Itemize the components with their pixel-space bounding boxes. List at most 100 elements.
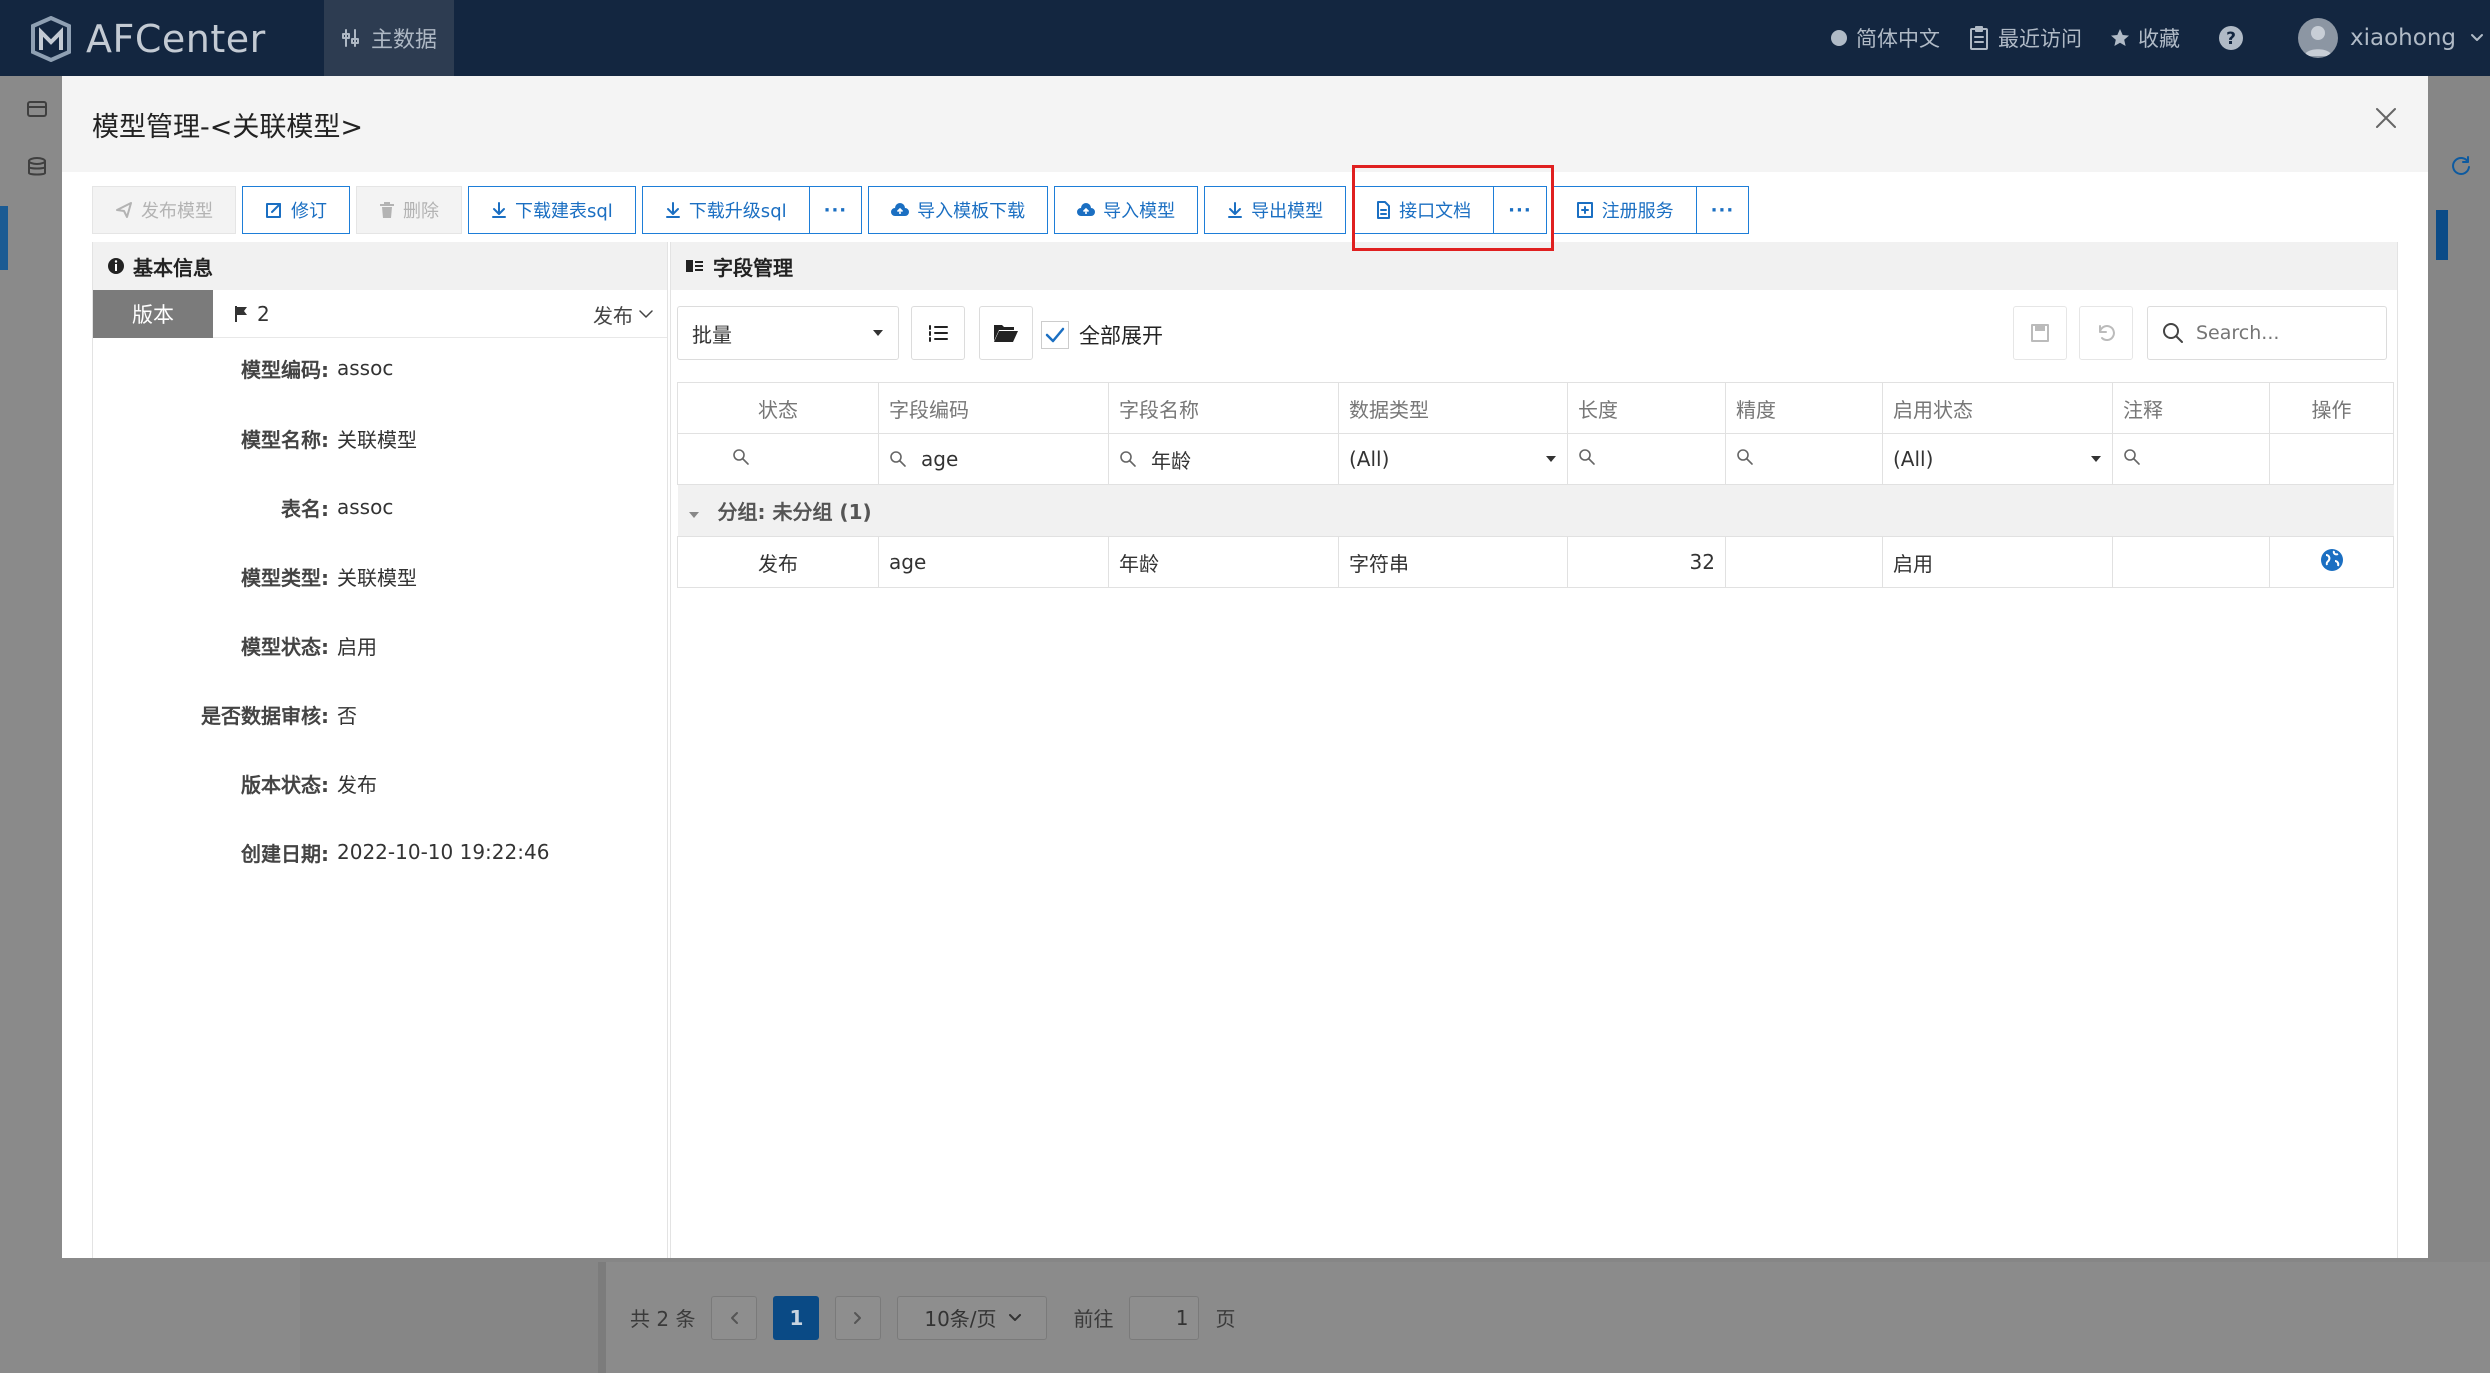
info-value: 2022-10-10 19:22:46 xyxy=(337,840,550,864)
version-row: 版本 2 发布 xyxy=(93,289,667,338)
close-icon[interactable] xyxy=(2374,106,2398,130)
column-header-type[interactable]: 数据类型 xyxy=(1338,382,1568,434)
filter-enabled-value: (All) xyxy=(1893,447,1934,471)
nav-item-master-data[interactable]: 主数据 xyxy=(324,0,454,76)
svg-text:?: ? xyxy=(2226,29,2236,49)
top-navigation-bar: AFCenter 主数据 简体中文 最近访问 收藏 ? xiaohong xyxy=(0,0,2490,76)
caret-down-icon xyxy=(2090,455,2102,463)
username: xiaohong xyxy=(2350,25,2456,51)
pager-size-select[interactable]: 10条/页 xyxy=(897,1295,1048,1340)
dialog-header: 模型管理-<关联模型> xyxy=(62,76,2428,172)
batch-select-label: 批量 xyxy=(692,322,732,347)
caret-down-icon xyxy=(1545,455,1557,463)
cell-comment xyxy=(2112,536,2270,588)
version-number-label: 2 xyxy=(257,301,270,326)
info-label: 模型编码: xyxy=(241,357,329,382)
filter-name[interactable]: 年龄 xyxy=(1108,433,1339,485)
collapse-caret-icon[interactable] xyxy=(688,511,700,519)
export-model-label: 导出模型 xyxy=(1251,201,1324,222)
revise-label: 修订 xyxy=(291,201,327,222)
filter-length[interactable] xyxy=(1567,433,1726,485)
globe-icon[interactable] xyxy=(2320,548,2344,572)
recent-visits[interactable]: 最近访问 xyxy=(1968,0,2082,76)
favorites[interactable]: 收藏 xyxy=(2110,0,2180,76)
delete-button[interactable]: 删除 xyxy=(356,186,462,234)
brand-name: AFCenter xyxy=(86,17,266,61)
publish-model-button[interactable]: 发布模型 xyxy=(92,186,236,234)
wallet-icon[interactable] xyxy=(26,98,48,120)
list-view-button[interactable] xyxy=(911,306,965,360)
import-model-label: 导入模型 xyxy=(1103,201,1176,222)
filter-type[interactable]: (All) xyxy=(1338,433,1568,485)
caret-down-icon xyxy=(872,329,884,337)
filter-status[interactable] xyxy=(677,433,879,485)
column-header-status[interactable]: 状态 xyxy=(677,382,879,434)
version-tab[interactable]: 版本 xyxy=(93,289,213,338)
filter-precision[interactable] xyxy=(1725,433,1883,485)
undo-button[interactable] xyxy=(2079,306,2133,360)
cell-enabled: 启用 xyxy=(1882,536,2113,588)
info-row-data-audit: 是否数据审核: 否 xyxy=(93,694,669,734)
group-row[interactable]: 分组: 未分组 (1) xyxy=(677,484,2394,537)
register-service-button[interactable]: 注册服务 xyxy=(1552,186,1697,234)
column-header-length[interactable]: 长度 xyxy=(1567,382,1726,434)
batch-select[interactable]: 批量 xyxy=(677,306,899,360)
more-icon[interactable]: ··· xyxy=(1696,186,1750,234)
field-toolbar: 批量 全部展开 xyxy=(677,306,2393,362)
revise-button[interactable]: 修订 xyxy=(242,186,350,234)
more-icon[interactable]: ··· xyxy=(809,186,863,234)
expand-all-checkbox[interactable]: 全部展开 xyxy=(1041,320,1163,350)
filter-comment[interactable] xyxy=(2112,433,2270,485)
column-header-enabled[interactable]: 启用状态 xyxy=(1882,382,2113,434)
column-header-name[interactable]: 字段名称 xyxy=(1108,382,1339,434)
grid-header-row: 状态 字段编码 字段名称 数据类型 长度 精度 启用状态 注释 操作 xyxy=(677,382,2394,434)
info-value: 发布 xyxy=(337,772,377,797)
table-row[interactable]: 发布 age 年龄 字符串 32 启用 xyxy=(677,536,2394,588)
column-header-comment[interactable]: 注释 xyxy=(2112,382,2270,434)
pager-next[interactable] xyxy=(835,1295,882,1340)
filter-code-value: age xyxy=(921,447,959,471)
column-header-code[interactable]: 字段编码 xyxy=(878,382,1109,434)
cell-type: 字符串 xyxy=(1338,536,1568,588)
save-button[interactable] xyxy=(2013,306,2067,360)
version-status-select[interactable]: 发布 xyxy=(593,290,653,338)
pager-current-page[interactable]: 1 xyxy=(773,1295,820,1340)
pager-goto-input[interactable]: 1 xyxy=(1129,1295,1200,1340)
help-button[interactable]: ? xyxy=(2218,0,2244,76)
info-row-created-date: 创建日期: 2022-10-10 19:22:46 xyxy=(93,832,669,872)
model-management-dialog: 模型管理-<关联模型> 发布模型 修订 删除 下载建表sql 下载升级sql ·… xyxy=(62,76,2428,1258)
open-folder-button[interactable] xyxy=(979,306,1033,360)
database-icon[interactable] xyxy=(26,156,48,178)
field-search[interactable] xyxy=(2147,306,2387,360)
field-grid: 状态 字段编码 字段名称 数据类型 长度 精度 启用状态 注释 操作 age 年… xyxy=(677,382,2394,588)
import-template-download-button[interactable]: 导入模板下载 xyxy=(868,186,1049,234)
search-icon xyxy=(889,450,907,468)
import-model-button[interactable]: 导入模型 xyxy=(1054,186,1199,234)
info-label: 模型状态: xyxy=(241,634,329,659)
column-header-precision[interactable]: 精度 xyxy=(1725,382,1883,434)
pager-goto-label: 前往 xyxy=(1073,1307,1114,1331)
basic-info-panel: 基本信息 版本 2 发布 模型编码: assoc 模型名称: 关联模型 表名: ass… xyxy=(92,242,668,1258)
pager-prev[interactable] xyxy=(711,1295,758,1340)
search-input[interactable] xyxy=(2196,322,2366,344)
recent-label: 最近访问 xyxy=(1998,27,2082,51)
language-switch[interactable]: 简体中文 xyxy=(1830,0,1940,76)
info-row-table-name: 表名: assoc xyxy=(93,487,669,527)
refresh-icon[interactable] xyxy=(2450,154,2472,176)
download-create-sql-label: 下载建表sql xyxy=(515,201,613,222)
export-model-button[interactable]: 导出模型 xyxy=(1204,186,1347,234)
register-service-label: 注册服务 xyxy=(1601,201,1674,222)
chevron-down-icon xyxy=(639,309,653,319)
download-create-sql-button[interactable]: 下载建表sql xyxy=(468,186,636,234)
download-icon xyxy=(1227,201,1243,219)
user-menu[interactable]: xiaohong xyxy=(2298,0,2484,76)
filter-enabled[interactable]: (All) xyxy=(1882,433,2113,485)
info-label: 模型名称: xyxy=(241,427,329,452)
brand[interactable]: AFCenter xyxy=(30,14,266,64)
cell-length: 32 xyxy=(1567,536,1726,588)
nav-item-label: 主数据 xyxy=(370,28,437,53)
download-upgrade-sql-button[interactable]: 下载升级sql xyxy=(641,186,810,234)
download-upgrade-sql-label: 下载升级sql xyxy=(688,201,787,222)
filter-code[interactable]: age xyxy=(878,433,1109,485)
download-upgrade-sql-group: 下载升级sql ··· xyxy=(641,186,863,234)
